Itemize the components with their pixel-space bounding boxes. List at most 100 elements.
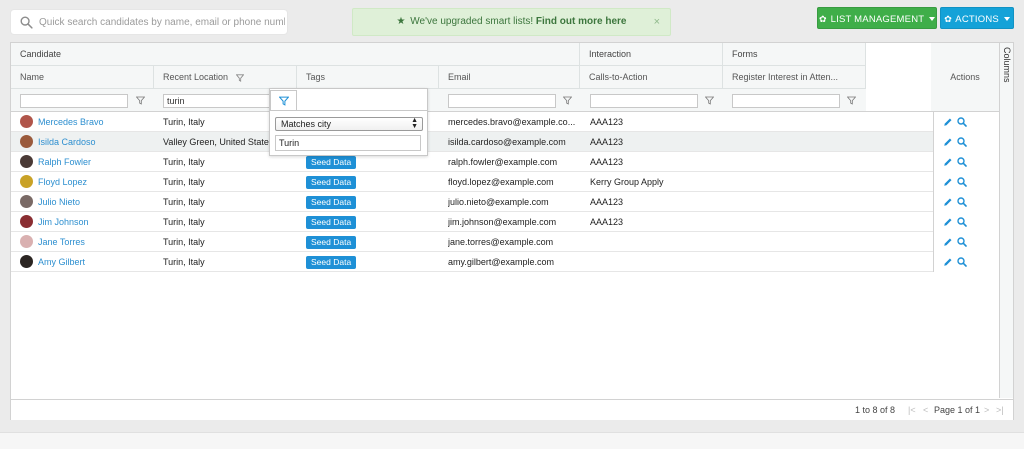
pencil-icon[interactable] [943, 137, 953, 147]
magnifier-icon[interactable] [957, 137, 967, 147]
search-input[interactable] [39, 13, 285, 31]
filter-email-input[interactable] [448, 94, 556, 108]
table-row[interactable]: Jane Torres Turin, Italy Seed Data jane.tor… [11, 232, 967, 252]
tag-badge[interactable]: Seed Data [306, 176, 357, 190]
col-header-name[interactable]: Name [11, 66, 153, 89]
recent-location: Turin, Italy [163, 177, 205, 187]
filter-popup-tab[interactable] [270, 90, 297, 111]
tag-badge[interactable]: Seed Data [306, 156, 357, 170]
candidate-name[interactable]: Isilda Cardoso [38, 137, 96, 147]
magnifier-icon[interactable] [957, 217, 967, 227]
candidate-name[interactable]: Floyd Lopez [38, 177, 87, 187]
filter-name-input[interactable] [20, 94, 128, 108]
tag-badge[interactable]: Seed Data [306, 216, 357, 230]
magnifier-icon[interactable] [957, 257, 967, 267]
filter-location-input[interactable] [163, 94, 278, 108]
filter-icon[interactable] [136, 96, 145, 105]
avatar [20, 195, 33, 209]
list-management-button[interactable]: ✿ LIST MANAGEMENT [817, 7, 937, 29]
pencil-icon[interactable] [943, 157, 953, 167]
filter-icon[interactable] [563, 96, 572, 105]
email: julio.nieto@example.com [448, 197, 549, 207]
candidate-name[interactable]: Mercedes Bravo [38, 117, 104, 127]
candidate-name[interactable]: Jane Torres [38, 237, 85, 247]
pencil-icon[interactable] [943, 117, 953, 127]
close-icon[interactable]: × [654, 9, 660, 35]
candidate-name[interactable]: Amy Gilbert [38, 257, 85, 267]
pencil-icon[interactable] [943, 257, 953, 267]
email: amy.gilbert@example.com [448, 257, 555, 267]
col-header-cta[interactable]: Calls-to-Action [580, 66, 722, 89]
candidate-name-link[interactable]: Amy Gilbert [20, 252, 160, 272]
pencil-icon[interactable] [943, 217, 953, 227]
candidate-name[interactable]: Ralph Fowler [38, 157, 91, 167]
candidate-name[interactable]: Jim Johnson [38, 217, 89, 227]
filter-row [11, 89, 866, 112]
filter-operator-select[interactable]: Matches city ▲ ▼ [275, 117, 423, 131]
candidate-name-link[interactable]: Ralph Fowler [20, 152, 160, 172]
call-to-action: AAA123 [590, 157, 624, 167]
pencil-icon[interactable] [943, 197, 953, 207]
table-row[interactable]: Julio Nieto Turin, Italy Seed Data julio.ni… [11, 192, 967, 212]
candidate-name-link[interactable]: Floyd Lopez [20, 172, 160, 192]
col-header-email[interactable]: Email [439, 66, 579, 89]
select-arrows-icon: ▲ ▼ [411, 117, 418, 130]
col-header-tags[interactable]: Tags [297, 66, 438, 89]
magnifier-icon[interactable] [957, 197, 967, 207]
magnifier-icon[interactable] [957, 237, 967, 247]
recent-location: Turin, Italy [163, 237, 205, 247]
candidate-name-link[interactable]: Julio Nieto [20, 192, 160, 212]
banner-link[interactable]: Find out more here [536, 16, 627, 27]
next-page-button[interactable]: > [984, 400, 989, 420]
candidate-name-link[interactable]: Isilda Cardoso [20, 132, 160, 152]
gear-icon: ✿ [944, 14, 952, 24]
table-row[interactable]: Ralph Fowler Turin, Italy Seed Data ralph.f… [11, 152, 967, 172]
list-management-label: LIST MANAGEMENT [830, 14, 925, 25]
first-page-button[interactable]: |< [908, 400, 916, 420]
call-to-action: Kerry Group Apply [590, 177, 664, 187]
call-to-action: AAA123 [590, 197, 624, 207]
col-header-forms[interactable]: Register Interest in Atten... [723, 66, 865, 89]
avatar [20, 135, 33, 149]
magnifier-icon[interactable] [957, 177, 967, 187]
tag-badge[interactable]: Seed Data [306, 256, 357, 270]
row-count: 1 to 8 of 8 [855, 405, 896, 415]
table-row[interactable]: Mercedes Bravo Turin, Italy mercedes.bravo… [11, 112, 967, 132]
columns-panel-tab[interactable]: Columns [999, 43, 1013, 398]
prev-page-button[interactable]: < [923, 400, 928, 420]
columns-tab-label: Columns [1002, 47, 1012, 83]
col-header-location-label: Recent Location [163, 72, 229, 82]
star-icon: ★ [396, 16, 406, 27]
tag-badge[interactable]: Seed Data [306, 196, 357, 210]
filter-forms-input[interactable] [732, 94, 840, 108]
candidate-name-link[interactable]: Jane Torres [20, 232, 160, 252]
actions-button[interactable]: ✿ ACTIONS [940, 7, 1014, 29]
magnifier-icon[interactable] [957, 157, 967, 167]
group-candidate: Candidate [20, 49, 62, 59]
recent-location: Turin, Italy [163, 117, 205, 127]
pencil-icon[interactable] [943, 237, 953, 247]
row-actions [936, 192, 996, 212]
avatar [20, 255, 33, 269]
email: jane.torres@example.com [448, 237, 554, 247]
filter-cta-input[interactable] [590, 94, 698, 108]
window-bottom-bar [0, 432, 1024, 449]
candidate-name[interactable]: Julio Nieto [38, 197, 80, 207]
tag-badge[interactable]: Seed Data [306, 236, 357, 250]
table-row[interactable]: Floyd Lopez Turin, Italy Seed Data floyd.lo… [11, 172, 967, 192]
magnifier-icon[interactable] [957, 117, 967, 127]
candidate-name-link[interactable]: Jim Johnson [20, 212, 160, 232]
col-header-location[interactable]: Recent Location [154, 66, 296, 89]
filter-icon[interactable] [847, 96, 856, 105]
quick-search[interactable] [10, 9, 288, 35]
table-row[interactable]: Isilda Cardoso Valley Green, United State… [11, 132, 967, 152]
avatar [20, 155, 33, 169]
pencil-icon[interactable] [943, 177, 953, 187]
last-page-button[interactable]: >| [996, 400, 1004, 420]
filter-icon[interactable] [705, 96, 714, 105]
filter-value-input[interactable]: Turin [275, 135, 421, 151]
col-header-actions: Actions [950, 72, 980, 82]
candidate-name-link[interactable]: Mercedes Bravo [20, 112, 160, 132]
table-row[interactable]: Jim Johnson Turin, Italy Seed Data jim.john… [11, 212, 967, 232]
table-row[interactable]: Amy Gilbert Turin, Italy Seed Data amy.gilb… [11, 252, 967, 272]
